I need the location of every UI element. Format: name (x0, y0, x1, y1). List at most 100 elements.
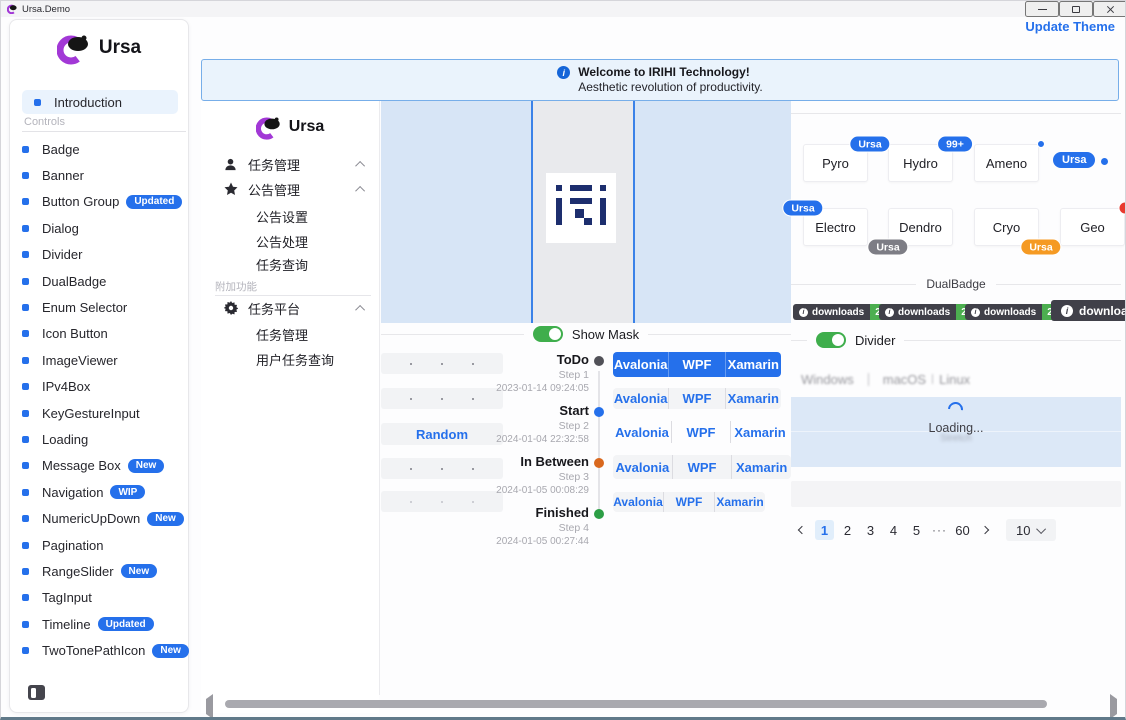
image-viewer[interactable] (381, 101, 791, 323)
sidebar-item-introduction[interactable]: Introduction (22, 90, 178, 114)
os-labels-row: Windows macOS Linux (801, 369, 1121, 389)
close-button[interactable] (1093, 1, 1126, 17)
avalonia-button[interactable]: Avalonia (613, 492, 663, 512)
triangle-right-icon (1110, 694, 1117, 719)
avalonia-button[interactable]: Avalonia (613, 421, 671, 443)
os-label-windows: Windows (801, 372, 854, 387)
scroll-left-button[interactable] (203, 699, 215, 711)
show-mask-toggle[interactable] (533, 326, 563, 342)
sidebar-item-divider[interactable]: Divider (10, 242, 190, 268)
wpf-button[interactable]: WPF (668, 388, 724, 409)
sidebar-item-pagination[interactable]: Pagination (10, 532, 190, 558)
page-button-1[interactable]: 1 (815, 520, 834, 540)
nav-section-label: 附加功能 (215, 279, 257, 294)
sidebar-item-keygestureinput[interactable]: KeyGestureInput (10, 400, 190, 426)
sidebar-item-dualbadge[interactable]: DualBadge (10, 268, 190, 294)
update-theme-button[interactable]: Update Theme (1025, 19, 1115, 34)
timeline-dot-todo (594, 356, 604, 366)
status-badge: New (128, 459, 165, 473)
mask-handle-left[interactable] (531, 101, 533, 323)
page-button-2[interactable]: 2 (838, 520, 857, 540)
navigation-menu-demo: Ursa 任务管理 公告管理 公告设置 公告处理 任务查询 附加功能 (201, 101, 379, 713)
maximize-button[interactable] (1059, 1, 1093, 17)
sidebar-item-loading[interactable]: Loading (10, 426, 190, 452)
divider-line (791, 113, 1121, 114)
ursa-logo-icon (256, 114, 282, 140)
bullet-icon (22, 172, 29, 179)
xamarin-button[interactable]: Xamarin (731, 455, 791, 479)
dot-separator-icon (441, 398, 443, 400)
timeline-item-in-between: In Between Step 3 2024-01-05 00:08:29 (461, 454, 589, 497)
wpf-button[interactable]: WPF (663, 492, 714, 512)
sidebar-item-ipv4box[interactable]: IPv4Box (10, 374, 190, 400)
bullet-icon (22, 462, 29, 469)
minimize-button[interactable] (1025, 1, 1059, 17)
horizontal-scrollbar-thumb[interactable] (225, 700, 1047, 708)
nav-subitem-user-task-query[interactable]: 用户任务查询 (201, 348, 379, 370)
timeline-item-start: Start Step 2 2024-01-04 22:32:58 (461, 403, 589, 446)
sidebar-item-icon-button[interactable]: Icon Button (10, 321, 190, 347)
collapse-sidebar-icon[interactable] (28, 685, 45, 700)
xamarin-button[interactable]: Xamarin (730, 421, 789, 443)
star-icon (223, 182, 238, 196)
bullet-icon (22, 647, 29, 654)
sidebar-item-numericupdown[interactable]: NumericUpDownNew (10, 505, 190, 531)
bullet-icon (22, 410, 29, 417)
wpf-button[interactable]: WPF (672, 455, 732, 479)
nav-subitem-announcement-settings[interactable]: 公告设置 (201, 205, 379, 227)
nav-subitem-task-management[interactable]: 任务管理 (201, 323, 379, 345)
standalone-dot-badge (1101, 158, 1108, 165)
bullet-icon (22, 436, 29, 443)
avalonia-button[interactable]: Avalonia (613, 455, 672, 479)
xamarin-button[interactable]: Xamarin (725, 388, 781, 409)
status-badge: New (152, 644, 189, 658)
chevron-up-icon (355, 304, 365, 314)
avalonia-button[interactable]: Avalonia (613, 352, 668, 377)
nav-item-task-management[interactable]: 任务管理 (201, 153, 379, 175)
xamarin-button[interactable]: Xamarin (714, 492, 765, 512)
sidebar-item-dialog[interactable]: Dialog (10, 215, 190, 241)
vertical-divider (932, 374, 933, 384)
gear-icon (223, 301, 238, 315)
irihi-logo-image (546, 173, 616, 243)
wpf-button[interactable]: WPF (668, 352, 724, 377)
mask-handle-right[interactable] (633, 101, 635, 323)
status-badge: Updated (98, 617, 154, 631)
sidebar-item-imageviewer[interactable]: ImageViewer (10, 347, 190, 373)
nav-item-announcement-management[interactable]: 公告管理 (201, 178, 379, 200)
bullet-icon (22, 251, 29, 258)
avalonia-button[interactable]: Avalonia (613, 388, 668, 409)
page-button-4[interactable]: 4 (884, 520, 903, 540)
sidebar-item-badge[interactable]: Badge (10, 136, 190, 162)
sidebar-item-taginput[interactable]: TagInput (10, 585, 190, 611)
sidebar-item-navigation[interactable]: NavigationWIP (10, 479, 190, 505)
status-badge: New (121, 564, 158, 578)
sidebar-item-message-box[interactable]: Message BoxNew (10, 453, 190, 479)
prev-page-button[interactable] (793, 520, 811, 540)
page-size-select[interactable]: 10 (1006, 519, 1056, 541)
next-page-button[interactable] (976, 520, 994, 540)
page-button-60[interactable]: 60 (953, 520, 972, 540)
placeholder-bar (791, 481, 1121, 507)
bullet-icon (22, 383, 29, 390)
nav-subitem-task-query[interactable]: 任务查询 (201, 253, 379, 275)
sidebar-item-twotonepathicon[interactable]: TwoTonePathIconNew (10, 637, 190, 663)
sidebar-item-enum-selector[interactable]: Enum Selector (10, 294, 190, 320)
bullet-icon (34, 99, 41, 106)
nav-subitem-announcement-processing[interactable]: 公告处理 (201, 230, 379, 252)
xamarin-button[interactable]: Xamarin (725, 352, 781, 377)
pagination: 1 2 3 4 5 ··· 60 10 (793, 519, 1056, 541)
triangle-left-icon (206, 694, 213, 719)
sidebar-item-banner[interactable]: Banner (10, 162, 190, 188)
panel-splitter[interactable] (379, 101, 380, 695)
sidebar-item-button-group[interactable]: Button GroupUpdated (10, 189, 190, 215)
sidebar-item-rangeslider[interactable]: RangeSliderNew (10, 558, 190, 584)
nav-item-task-platform[interactable]: 任务平台 (201, 297, 379, 319)
page-button-3[interactable]: 3 (861, 520, 880, 540)
sidebar-item-timeline[interactable]: TimelineUpdated (10, 611, 190, 637)
wpf-button[interactable]: WPF (671, 421, 730, 443)
ursa-badge-gray: Ursa (867, 239, 908, 256)
page-button-5[interactable]: 5 (907, 520, 926, 540)
scroll-right-button[interactable] (1107, 699, 1119, 711)
divider-toggle[interactable] (816, 332, 846, 348)
